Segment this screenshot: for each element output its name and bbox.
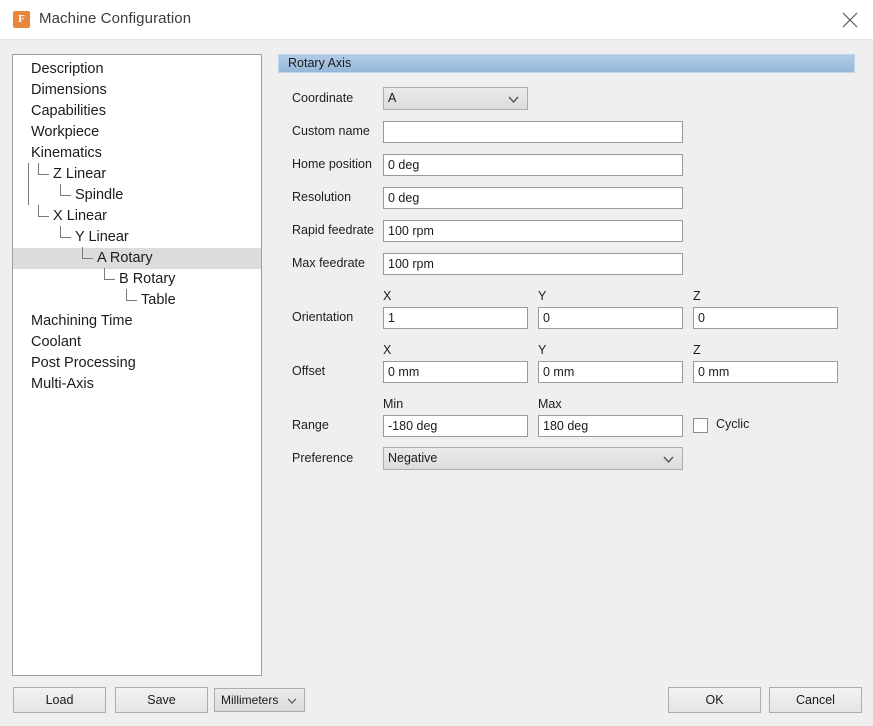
resolution-input[interactable] [383, 187, 683, 209]
tree-item-capabilities[interactable]: Capabilities [13, 101, 261, 122]
window-title: Machine Configuration [39, 10, 192, 27]
ok-button[interactable]: OK [668, 687, 761, 713]
tree-connector [38, 163, 49, 175]
tree-connector [38, 205, 49, 217]
orientation-z-input[interactable] [693, 307, 838, 329]
cyclic-checkbox[interactable] [693, 418, 708, 433]
tree-item-z-linear[interactable]: Z Linear [13, 163, 261, 185]
tree-item-label: Post Processing [31, 355, 136, 371]
offset-x-input[interactable] [383, 361, 528, 383]
coordinate-label: Coordinate [292, 91, 354, 105]
orientation-x-input[interactable] [383, 307, 528, 329]
tree-item-workpiece[interactable]: Workpiece [13, 122, 261, 143]
row-resolution: Resolution [278, 187, 868, 220]
range-col-max: Max [538, 397, 562, 411]
tree-item-b-rotary[interactable]: B Rotary [13, 268, 261, 290]
range-col-min: Min [383, 397, 404, 411]
row-coordinate: Coordinate A [278, 87, 868, 121]
tree-item-label: Capabilities [31, 103, 106, 119]
chevron-down-icon [663, 456, 674, 463]
row-preference: Preference Negative [278, 447, 868, 481]
app-icon: F [13, 11, 30, 28]
tree-trunk [28, 163, 29, 205]
tree-item-post-processing[interactable]: Post Processing [13, 353, 261, 374]
cyclic-label: Cyclic [716, 417, 750, 431]
orientation-y-input[interactable] [538, 307, 683, 329]
custom-name-input[interactable] [383, 121, 683, 143]
tree-item-label: Table [141, 292, 176, 308]
tree-item-label: Description [31, 61, 104, 77]
tree-connector [60, 184, 71, 196]
chevron-down-icon [287, 698, 297, 704]
preference-value: Negative [388, 451, 438, 465]
tree-item-coolant[interactable]: Coolant [13, 332, 261, 353]
tree-connector [126, 289, 137, 301]
close-icon [842, 12, 858, 28]
tree-item-table[interactable]: Table [13, 289, 261, 311]
row-home-position: Home position [278, 154, 868, 187]
row-range-headers: Min Max [278, 394, 868, 415]
units-select[interactable]: Millimeters [214, 688, 305, 712]
tree-item-label: Workpiece [31, 124, 100, 140]
tree-item-multi-axis[interactable]: Multi-Axis [13, 374, 261, 395]
tree-item-spindle[interactable]: Spindle [13, 184, 261, 206]
tree-item-label: Coolant [31, 334, 81, 350]
home-position-input[interactable] [383, 154, 683, 176]
tree-connector [104, 268, 115, 280]
tree-item-label: Multi-Axis [31, 376, 94, 392]
row-rapid-feedrate: Rapid feedrate [278, 220, 868, 253]
tree-item-a-rotary[interactable]: A Rotary [13, 247, 261, 269]
rotary-axis-form: Coordinate A Custom name Home position R… [278, 87, 868, 481]
row-range: Range Cyclic [278, 415, 868, 448]
tree-item-label: X Linear [53, 208, 108, 224]
row-offset: Offset [278, 361, 868, 394]
range-max-input[interactable] [538, 415, 683, 437]
tree-item-dimensions[interactable]: Dimensions [13, 80, 261, 101]
title-bar: F Machine Configuration [0, 0, 873, 40]
tree-item-machining-time[interactable]: Machining Time [13, 311, 261, 332]
row-max-feedrate: Max feedrate [278, 253, 868, 286]
range-min-input[interactable] [383, 415, 528, 437]
row-orientation-headers: X Y Z [278, 286, 868, 307]
orientation-col-x: X [383, 289, 392, 303]
tree-item-x-linear[interactable]: X Linear [13, 205, 261, 227]
tree-item-label: Dimensions [31, 82, 107, 98]
save-button[interactable]: Save [115, 687, 208, 713]
tree-item-label: Spindle [75, 187, 124, 203]
tree-item-kinematics[interactable]: Kinematics [13, 143, 261, 164]
configuration-tree[interactable]: Description Dimensions Capabilities Workpie… [12, 54, 262, 676]
tree-connector [60, 226, 71, 238]
load-button[interactable]: Load [13, 687, 106, 713]
preference-select[interactable]: Negative [383, 447, 683, 470]
tree-connector [82, 247, 93, 259]
chevron-down-icon [508, 96, 519, 103]
offset-col-z: Z [693, 343, 701, 357]
offset-z-input[interactable] [693, 361, 838, 383]
offset-col-y: Y [538, 343, 547, 357]
row-custom-name: Custom name [278, 121, 868, 154]
coordinate-value: A [388, 91, 397, 105]
close-button[interactable] [827, 0, 873, 39]
orientation-col-y: Y [538, 289, 547, 303]
row-offset-headers: X Y Z [278, 340, 868, 361]
tree-item-label: B Rotary [119, 271, 176, 287]
units-value: Millimeters [221, 693, 279, 707]
orientation-col-z: Z [693, 289, 701, 303]
offset-y-input[interactable] [538, 361, 683, 383]
tree-item-label: Z Linear [53, 166, 107, 182]
tree-item-label: Y Linear [75, 229, 129, 245]
offset-col-x: X [383, 343, 392, 357]
row-orientation: Orientation [278, 307, 868, 340]
tree-item-description[interactable]: Description [13, 59, 261, 80]
cancel-button[interactable]: Cancel [769, 687, 862, 713]
section-header: Rotary Axis [278, 54, 855, 73]
rapid-feedrate-input[interactable] [383, 220, 683, 242]
tree-item-y-linear[interactable]: Y Linear [13, 226, 261, 248]
max-feedrate-input[interactable] [383, 253, 683, 275]
coordinate-select[interactable]: A [383, 87, 528, 110]
tree-item-label: Kinematics [31, 145, 102, 161]
tree-item-label: Machining Time [31, 313, 133, 329]
tree-item-label: A Rotary [97, 250, 153, 266]
